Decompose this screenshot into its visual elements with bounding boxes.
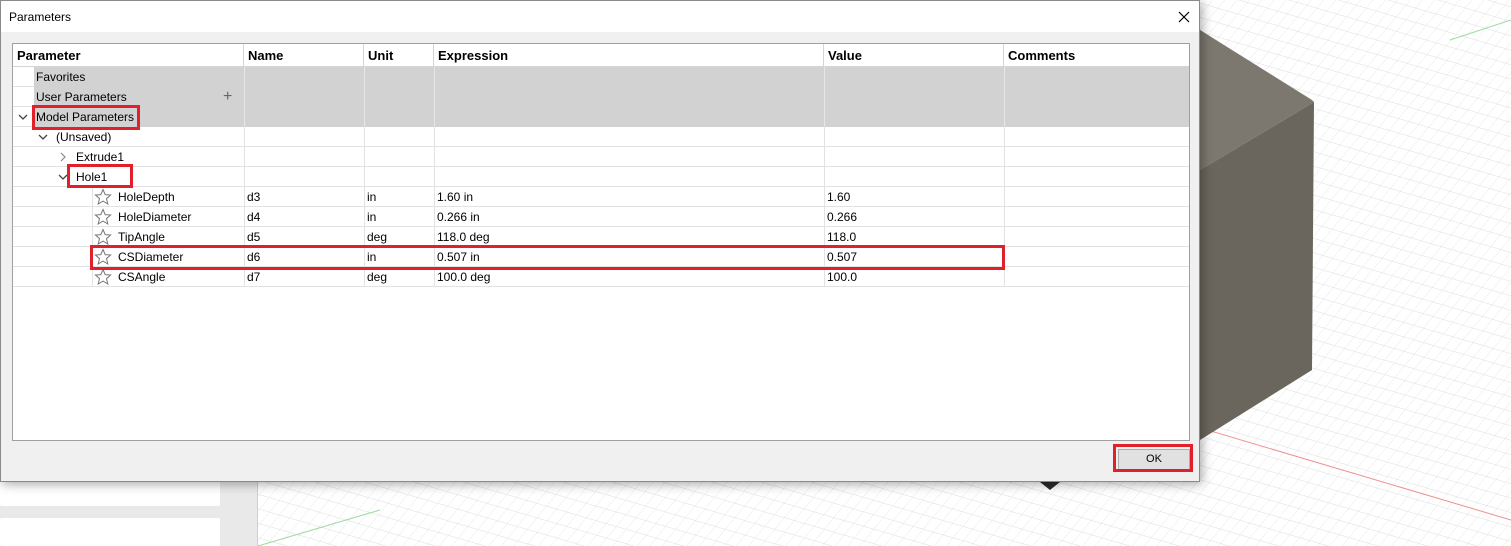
parameter-cell: TipAngle	[118, 230, 165, 244]
ok-button[interactable]: OK	[1118, 449, 1190, 470]
expression-cell[interactable]: 118.0 deg	[437, 227, 490, 247]
chevron-down-icon[interactable]	[57, 171, 69, 183]
tree-row-hole1[interactable]: Hole1	[13, 167, 1189, 187]
group-label-model-parameters: Model Parameters	[36, 110, 135, 124]
group-row-user-parameters[interactable]: User Parameters +	[13, 87, 1189, 107]
group-label-user-parameters: User Parameters	[36, 90, 127, 104]
table-row[interactable]: CSDiameter d6 in 0.507 in 0.507	[13, 247, 1189, 267]
table-row[interactable]: HoleDepth d3 in 1.60 in 1.60	[13, 187, 1189, 207]
column-header-expression[interactable]: Expression	[434, 44, 824, 67]
panel-card	[0, 478, 220, 506]
table-row[interactable]: CSAngle d7 deg 100.0 deg 100.0	[13, 267, 1189, 287]
unit-cell[interactable]: deg	[367, 267, 387, 287]
group-row-model-parameters[interactable]: Model Parameters	[13, 107, 1189, 127]
name-cell[interactable]: d3	[247, 187, 260, 207]
chevron-down-icon[interactable]	[37, 131, 49, 143]
group-label-favorites: Favorites	[36, 70, 86, 84]
unit-cell[interactable]: deg	[367, 227, 387, 247]
column-header-name[interactable]: Name	[244, 44, 364, 67]
plus-icon[interactable]: +	[223, 88, 232, 106]
value-cell: 1.60	[827, 190, 851, 204]
name-cell[interactable]: d5	[247, 227, 260, 247]
close-icon	[1178, 11, 1190, 22]
tree-label-unsaved: (Unsaved)	[56, 130, 112, 144]
panel-card	[0, 518, 220, 546]
unit-cell[interactable]: in	[367, 187, 376, 207]
expression-cell[interactable]: 0.266 in	[437, 207, 480, 227]
expression-cell[interactable]: 0.507 in	[437, 247, 480, 267]
column-header-parameter[interactable]: Parameter	[13, 44, 244, 67]
star-outline-icon[interactable]	[94, 248, 112, 266]
parameter-cell: CSAngle	[118, 270, 166, 284]
table-row[interactable]: HoleDiameter d4 in 0.266 in 0.266	[13, 207, 1189, 227]
star-outline-icon[interactable]	[94, 208, 112, 226]
parameter-cell: CSDiameter	[118, 250, 184, 264]
name-cell[interactable]: d6	[247, 247, 260, 267]
parameters-table: Parameter Name Unit Expression Value Com…	[12, 43, 1190, 441]
star-outline-icon[interactable]	[94, 268, 112, 286]
tree-row-extrude1[interactable]: Extrude1	[13, 147, 1189, 167]
tree-label-hole1: Hole1	[76, 170, 108, 184]
star-outline-icon[interactable]	[94, 228, 112, 246]
table-header: Parameter Name Unit Expression Value Com…	[13, 44, 1189, 67]
title-bar[interactable]: Parameters	[1, 1, 1199, 32]
column-header-comments[interactable]: Comments	[1004, 44, 1189, 67]
value-cell: 0.266	[827, 210, 858, 224]
expression-cell[interactable]: 1.60 in	[437, 187, 473, 207]
name-cell[interactable]: d7	[247, 267, 260, 287]
value-cell: 0.507	[827, 250, 858, 264]
dialog-title: Parameters	[9, 10, 72, 24]
tree-label-extrude1: Extrude1	[76, 150, 125, 164]
chevron-down-icon[interactable]	[17, 111, 29, 123]
parameter-cell: HoleDepth	[118, 190, 175, 204]
name-cell[interactable]: d4	[247, 207, 260, 227]
group-row-favorites[interactable]: Favorites	[13, 67, 1189, 87]
value-cell: 118.0	[827, 230, 857, 244]
expression-cell[interactable]: 100.0 deg	[437, 267, 490, 287]
star-outline-icon[interactable]	[94, 188, 112, 206]
column-header-value[interactable]: Value	[824, 44, 1004, 67]
parameters-dialog: Parameters Parameter Name Unit Expressio…	[0, 0, 1200, 482]
close-button[interactable]	[1169, 1, 1199, 32]
unit-cell[interactable]: in	[367, 207, 376, 227]
parameter-cell: HoleDiameter	[118, 210, 192, 224]
unit-cell[interactable]: in	[367, 247, 376, 267]
chevron-right-icon[interactable]	[57, 151, 69, 163]
value-cell: 100.0	[827, 270, 858, 284]
browser-panel	[0, 478, 258, 546]
tree-row-unsaved[interactable]: (Unsaved)	[13, 127, 1189, 147]
column-header-unit[interactable]: Unit	[364, 44, 434, 67]
table-row[interactable]: TipAngle d5 deg 118.0 deg 118.0	[13, 227, 1189, 247]
